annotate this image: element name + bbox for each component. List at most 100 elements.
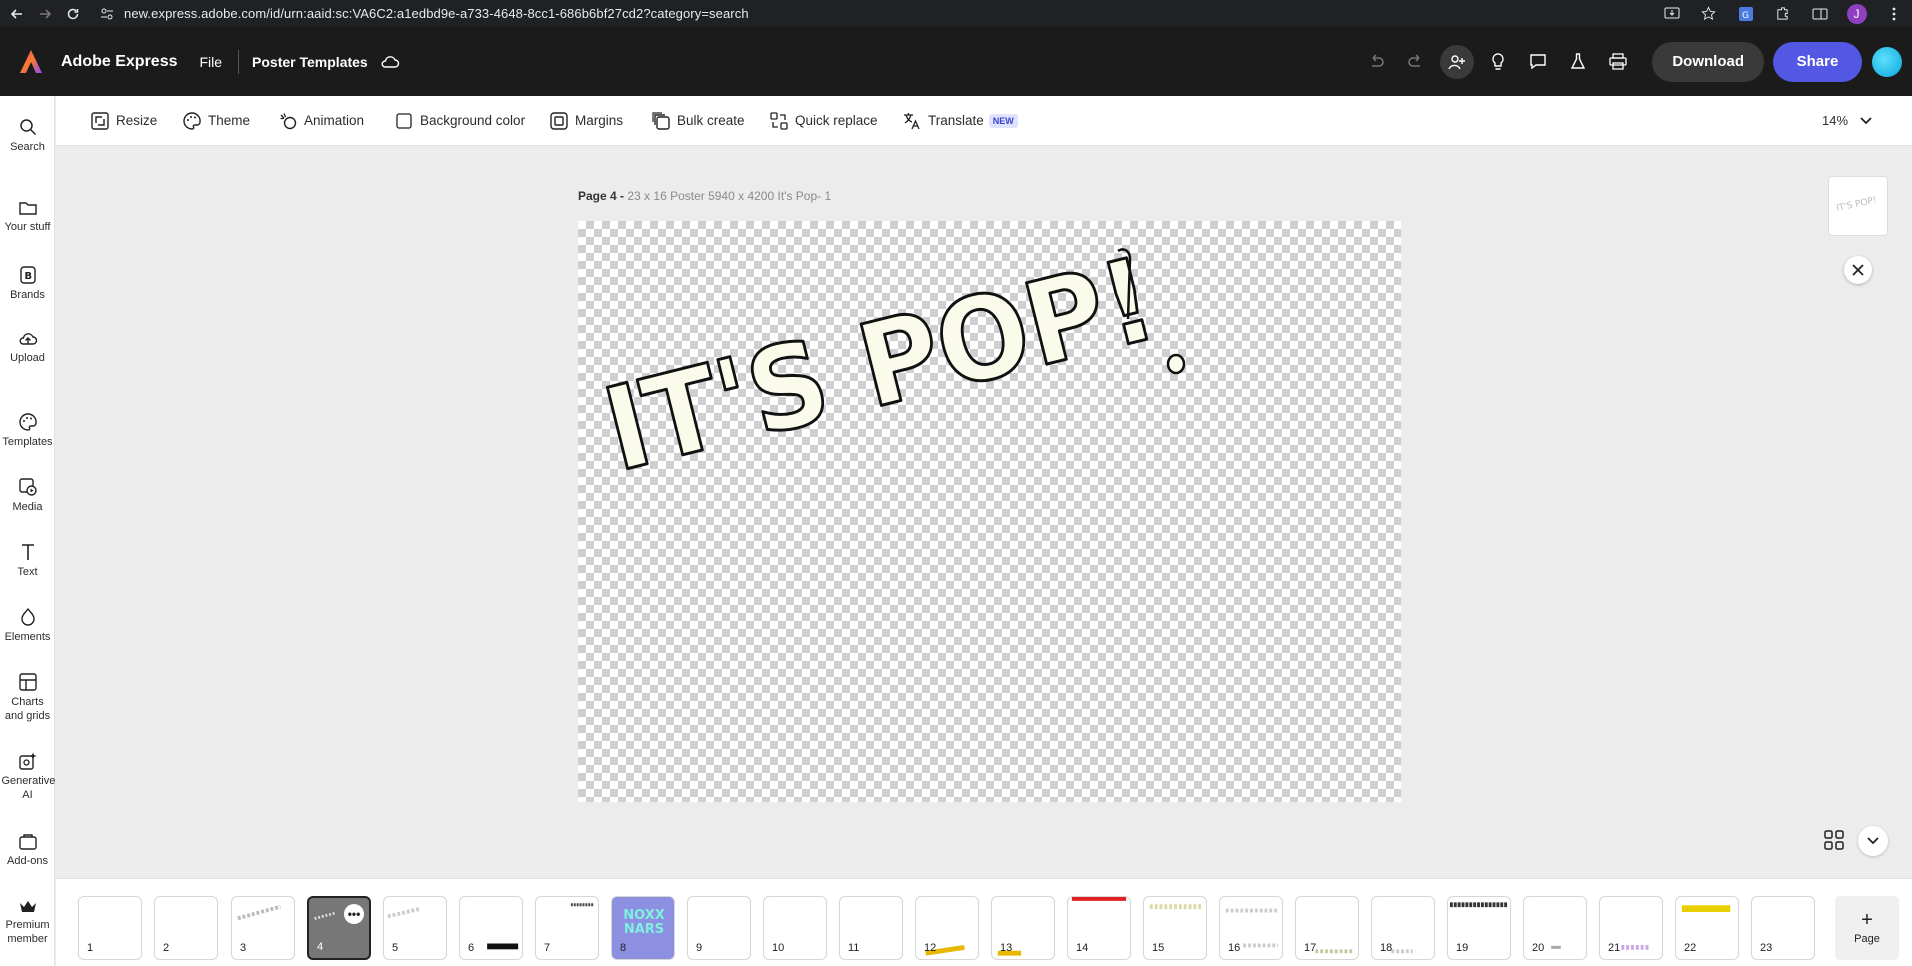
extensions-icon[interactable]: [1764, 6, 1801, 21]
reload-icon[interactable]: [62, 3, 84, 25]
page-thumb[interactable]: 5: [383, 896, 447, 960]
learn-lightbulb-icon[interactable]: [1478, 42, 1518, 82]
page-thumb[interactable]: 13: [991, 896, 1055, 960]
page-number: 8: [620, 942, 627, 954]
undo-icon[interactable]: [1356, 42, 1396, 82]
page-thumb[interactable]: 1: [78, 896, 142, 960]
background-color-button[interactable]: Background color: [395, 96, 525, 146]
grid-view-icon[interactable]: [1822, 828, 1846, 852]
page-thumb[interactable]: 23: [1751, 896, 1815, 960]
back-icon[interactable]: [6, 3, 28, 25]
page-thumb[interactable]: 22: [1675, 896, 1739, 960]
rail-label: Your stuff: [4, 221, 51, 233]
page-number: 12: [924, 942, 937, 954]
toolbar-label: Resize: [116, 113, 158, 128]
theme-button[interactable]: Theme: [183, 96, 250, 146]
rail-search[interactable]: Search: [0, 118, 55, 154]
forward-icon[interactable]: [34, 3, 56, 25]
page-thumb[interactable]: 17: [1295, 896, 1359, 960]
file-menu[interactable]: File: [199, 54, 222, 70]
left-rail: Search Your stuff B Brands Upload Templa…: [0, 96, 55, 966]
page-thumb[interactable]: 21: [1599, 896, 1663, 960]
page-thumb[interactable]: 19: [1447, 896, 1511, 960]
rail-generative-ai[interactable]: Generative AI: [0, 752, 55, 802]
page-thumb[interactable]: 9: [687, 896, 751, 960]
page-number: 5: [392, 942, 399, 954]
rail-add-ons[interactable]: Add-ons: [0, 834, 55, 868]
rail-label: Charts and grids: [4, 696, 51, 722]
rail-elements[interactable]: Elements: [0, 608, 55, 644]
rail-templates[interactable]: Templates: [0, 413, 55, 449]
page-thumb[interactable]: 18: [1371, 896, 1435, 960]
resize-button[interactable]: Resize: [91, 96, 157, 146]
rail-premium-member[interactable]: Premium member: [0, 900, 55, 946]
rail-brands[interactable]: B Brands: [0, 266, 55, 302]
translate-button[interactable]: Translate NEW: [903, 96, 1018, 146]
page-thumb[interactable]: 10: [763, 896, 827, 960]
quick-replace-button[interactable]: Quick replace: [770, 96, 878, 146]
page-thumb[interactable]: 11: [839, 896, 903, 960]
page-thumb[interactable]: NOXX NARS 8: [611, 896, 675, 960]
page-number: 13: [1000, 942, 1013, 954]
page-thumb[interactable]: 2: [154, 896, 218, 960]
page-thumb-selected[interactable]: ••• 4: [307, 896, 371, 960]
adobe-express-logo-icon[interactable]: [16, 47, 46, 77]
labs-flask-icon[interactable]: [1558, 42, 1598, 82]
collapse-pages-icon[interactable]: [1858, 826, 1888, 856]
redo-icon[interactable]: [1396, 42, 1436, 82]
minimap-text: IT'S POP!: [1836, 196, 1878, 214]
rail-label: Elements: [4, 631, 51, 643]
more-options-icon[interactable]: •••: [344, 904, 364, 924]
elements-icon: [20, 608, 35, 626]
share-button[interactable]: Share: [1773, 41, 1862, 82]
user-avatar[interactable]: [1872, 46, 1902, 77]
rail-upload[interactable]: Upload: [0, 331, 55, 365]
page-thumb[interactable]: 12: [915, 896, 979, 960]
bulk-create-button[interactable]: Bulk create: [652, 96, 745, 146]
page-number: 1: [87, 942, 94, 954]
page-thumb[interactable]: 6: [459, 896, 523, 960]
page-number: 21: [1608, 942, 1621, 954]
toolbar-label: Animation: [304, 113, 365, 128]
rail-text[interactable]: Text: [0, 543, 55, 579]
rail-charts-and-grids[interactable]: Charts and grids: [0, 673, 55, 723]
page-thumb[interactable]: 3: [231, 896, 295, 960]
translate-extension-icon[interactable]: G: [1727, 6, 1764, 22]
rail-label: Premium member: [5, 919, 50, 945]
profile-avatar[interactable]: J: [1838, 3, 1875, 24]
bookmark-star-icon[interactable]: [1690, 6, 1727, 21]
print-icon[interactable]: [1598, 42, 1638, 82]
page-thumb[interactable]: 14: [1067, 896, 1131, 960]
rail-your-stuff[interactable]: Your stuff: [0, 200, 55, 234]
page-minimap[interactable]: IT'S POP!: [1828, 176, 1888, 236]
site-settings-icon[interactable]: [98, 7, 116, 21]
page-thumb[interactable]: 15: [1143, 896, 1207, 960]
add-page-button[interactable]: + Page: [1835, 896, 1899, 960]
cloud-sync-icon[interactable]: [380, 55, 400, 69]
invite-collaborator-icon[interactable]: [1440, 44, 1475, 79]
rail-label: Generative AI: [1, 775, 56, 801]
comments-icon[interactable]: [1518, 42, 1558, 82]
split-view-icon[interactable]: [1801, 7, 1838, 21]
its-pop-graffiti-artwork[interactable]: IT'S POP!: [578, 221, 1401, 802]
page-thumb[interactable]: 20: [1523, 896, 1587, 960]
browser-menu-icon[interactable]: [1875, 7, 1912, 21]
app-header: Adobe Express File Poster Templates Down…: [0, 27, 1912, 96]
margins-button[interactable]: Margins: [550, 96, 623, 146]
close-icon[interactable]: [1844, 256, 1872, 284]
page-number: 3: [240, 942, 247, 954]
download-button[interactable]: Download: [1652, 41, 1764, 82]
animation-button[interactable]: Animation: [279, 96, 364, 146]
document-title[interactable]: Poster Templates: [252, 54, 368, 70]
resize-icon: [91, 111, 109, 130]
page-number: 11: [848, 942, 860, 954]
rail-media[interactable]: Media: [0, 478, 55, 514]
page-meta: 23 x 16 Poster 5940 x 4200 It's Pop- 1: [627, 189, 832, 203]
page-thumb[interactable]: 7: [535, 896, 599, 960]
artboard[interactable]: IT'S POP!: [578, 221, 1401, 802]
crown-icon: [19, 901, 36, 912]
install-app-icon[interactable]: [1653, 7, 1690, 21]
address-bar[interactable]: new.express.adobe.com/id/urn:aaid:sc:VA6…: [124, 6, 749, 21]
zoom-control[interactable]: 14%: [1822, 113, 1872, 128]
page-thumb[interactable]: 16: [1219, 896, 1283, 960]
